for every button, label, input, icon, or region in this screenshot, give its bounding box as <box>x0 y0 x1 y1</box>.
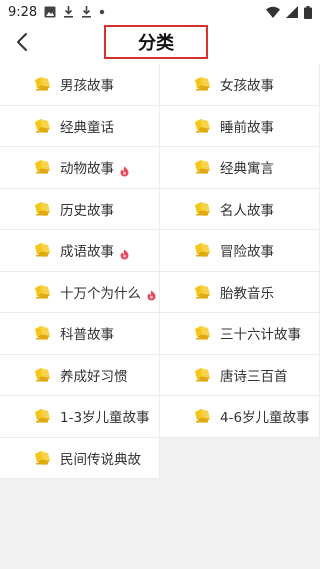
battery-icon <box>304 5 312 19</box>
category-item[interactable]: 经典童话 <box>0 105 160 147</box>
title-highlight-box: 分类 <box>104 25 208 59</box>
category-label: 唐诗三百首 <box>220 368 288 385</box>
book-icon <box>34 201 52 217</box>
book-icon <box>34 408 52 424</box>
category-label: 男孩故事 <box>60 78 114 95</box>
book-icon <box>194 159 212 175</box>
category-item[interactable]: 成语故事 <box>0 230 160 272</box>
category-item[interactable]: 女孩故事 <box>160 64 320 106</box>
category-item[interactable]: 4-6岁儿童故事 <box>160 396 320 438</box>
category-item[interactable]: 动物故事 <box>0 147 160 189</box>
download-icon <box>63 6 74 18</box>
category-item[interactable]: 唐诗三百首 <box>160 354 320 396</box>
category-label: 女孩故事 <box>220 78 274 95</box>
book-icon <box>34 118 52 134</box>
status-right <box>266 5 312 19</box>
category-label: 睡前故事 <box>220 119 274 136</box>
category-label: 经典童话 <box>60 119 114 136</box>
category-item[interactable]: 科普故事 <box>0 313 160 355</box>
chevron-left-icon <box>15 32 29 56</box>
category-label: 4-6岁儿童故事 <box>220 410 310 427</box>
category-label: 经典寓言 <box>220 161 274 178</box>
book-icon <box>34 450 52 466</box>
category-label: 1-3岁儿童故事 <box>60 410 150 427</box>
category-label: 动物故事 <box>60 161 114 178</box>
book-icon <box>194 201 212 217</box>
book-icon <box>194 76 212 92</box>
hot-badge-icon <box>146 286 157 301</box>
header: 分类 <box>0 24 320 64</box>
book-icon <box>34 159 52 175</box>
book-icon <box>194 242 212 258</box>
book-icon <box>194 325 212 341</box>
hot-badge-icon <box>119 245 130 260</box>
page-title: 分类 <box>138 33 174 54</box>
category-label: 十万个为什么 <box>60 285 141 302</box>
book-icon <box>34 284 52 300</box>
category-label: 养成好习惯 <box>60 368 128 385</box>
category-label: 科普故事 <box>60 327 114 344</box>
image-icon <box>44 6 56 18</box>
signal-icon <box>286 6 298 18</box>
category-item[interactable]: 睡前故事 <box>160 105 320 147</box>
download-icon <box>81 6 92 18</box>
dot-icon <box>99 9 105 15</box>
category-grid: 男孩故事 女孩故事经典童话 睡前故事动物故事 经典寓言历史故事 名人故事成语故事 冒险故事… <box>0 64 320 479</box>
book-icon <box>34 242 52 258</box>
status-left: 9:28 <box>8 5 105 20</box>
category-item[interactable]: 十万个为什么 <box>0 271 160 313</box>
book-icon <box>194 367 212 383</box>
category-item[interactable]: 男孩故事 <box>0 64 160 106</box>
hot-badge-icon <box>119 162 130 177</box>
category-label: 冒险故事 <box>220 244 274 261</box>
category-label: 胎教音乐 <box>220 285 274 302</box>
book-icon <box>194 408 212 424</box>
category-item[interactable]: 名人故事 <box>160 188 320 230</box>
wifi-icon <box>266 6 280 18</box>
category-item[interactable]: 历史故事 <box>0 188 160 230</box>
category-item[interactable]: 民间传说典故 <box>0 437 160 479</box>
category-item[interactable]: 冒险故事 <box>160 230 320 272</box>
category-item[interactable]: 1-3岁儿童故事 <box>0 396 160 438</box>
book-icon <box>34 325 52 341</box>
book-icon <box>194 284 212 300</box>
category-label: 名人故事 <box>220 202 274 219</box>
category-label: 三十六计故事 <box>220 327 301 344</box>
category-label: 成语故事 <box>60 244 114 261</box>
status-time: 9:28 <box>8 4 38 20</box>
category-item[interactable]: 养成好习惯 <box>0 354 160 396</box>
book-icon <box>34 76 52 92</box>
category-label: 历史故事 <box>60 202 114 219</box>
category-item[interactable]: 三十六计故事 <box>160 313 320 355</box>
book-icon <box>194 118 212 134</box>
category-item[interactable]: 经典寓言 <box>160 147 320 189</box>
category-label: 民间传说典故 <box>60 451 141 468</box>
book-icon <box>34 367 52 383</box>
category-item[interactable]: 胎教音乐 <box>160 271 320 313</box>
status-bar: 9:28 <box>0 0 320 24</box>
back-button[interactable] <box>8 30 36 58</box>
